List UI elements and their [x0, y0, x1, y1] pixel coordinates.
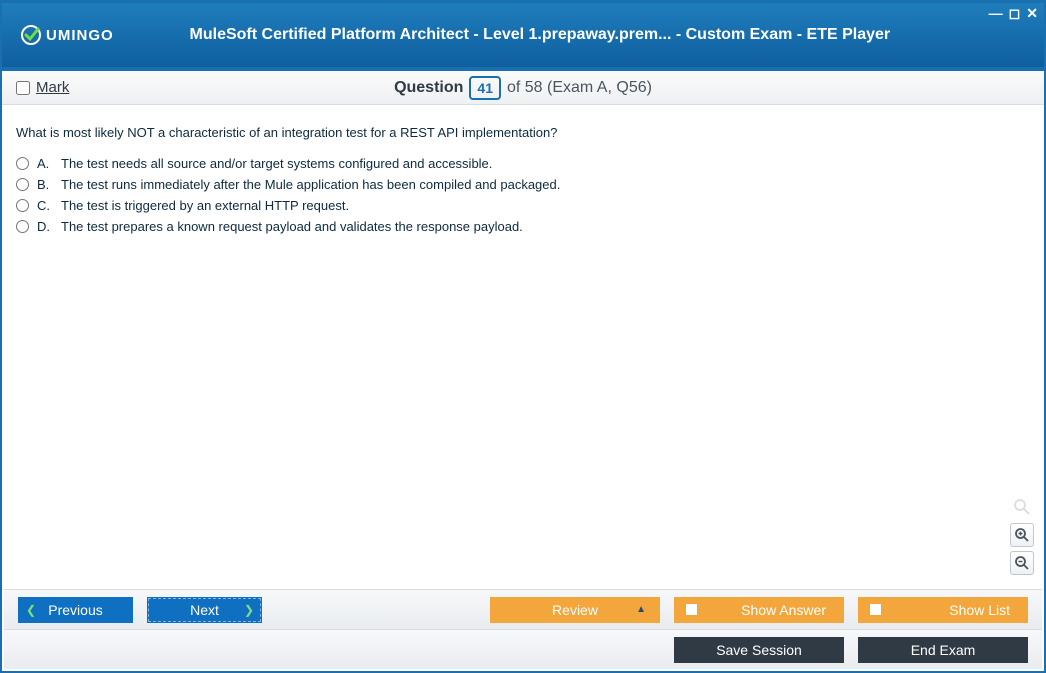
- review-button[interactable]: Review ▲: [490, 597, 660, 623]
- footer-row-1: ❮ Previous Next ❯ Review ▲ Show Answer S…: [4, 589, 1042, 629]
- chevron-left-icon: ❮: [26, 603, 36, 617]
- show-list-label: Show List: [949, 602, 1010, 618]
- mark-checkbox-wrap[interactable]: Mark: [16, 79, 196, 96]
- option-letter: A.: [37, 156, 53, 171]
- show-answer-label: Show Answer: [741, 602, 826, 618]
- review-label: Review: [552, 602, 598, 618]
- close-icon[interactable]: ✕: [1026, 5, 1038, 22]
- question-text: What is most likely NOT a characteristic…: [16, 125, 1030, 140]
- zoom-tools: [1010, 495, 1034, 575]
- app-logo: UMINGO: [20, 24, 114, 46]
- minimize-icon[interactable]: —: [989, 5, 1003, 22]
- end-exam-label: End Exam: [911, 642, 976, 658]
- logo-text: UMINGO: [46, 27, 114, 44]
- option-b-radio[interactable]: [16, 178, 29, 191]
- next-label: Next: [190, 602, 219, 618]
- save-session-label: Save Session: [716, 642, 802, 658]
- option-a-radio[interactable]: [16, 157, 29, 170]
- option-a[interactable]: A. The test needs all source and/or targ…: [16, 156, 1030, 171]
- options-list: A. The test needs all source and/or targ…: [16, 156, 1030, 234]
- show-answer-button[interactable]: Show Answer: [674, 597, 844, 623]
- maximize-icon[interactable]: ◻: [1009, 5, 1021, 22]
- zoom-in-icon[interactable]: [1010, 523, 1034, 547]
- footer-row-2: Save Session End Exam: [4, 629, 1042, 669]
- square-icon: [870, 604, 881, 615]
- end-exam-button[interactable]: End Exam: [858, 637, 1028, 663]
- question-content: What is most likely NOT a characteristic…: [2, 105, 1044, 254]
- option-b[interactable]: B. The test runs immediately after the M…: [16, 177, 1030, 192]
- show-list-button[interactable]: Show List: [858, 597, 1028, 623]
- option-text: The test runs immediately after the Mule…: [61, 177, 560, 192]
- option-d-radio[interactable]: [16, 220, 29, 233]
- mark-checkbox[interactable]: [16, 81, 30, 95]
- option-letter: C.: [37, 198, 53, 213]
- triangle-up-icon: ▲: [636, 604, 646, 615]
- window-title: MuleSoft Certified Platform Architect - …: [114, 26, 1026, 44]
- window-controls: — ◻ ✕: [989, 5, 1038, 22]
- option-letter: B.: [37, 177, 53, 192]
- option-text: The test needs all source and/or target …: [61, 156, 492, 171]
- option-text: The test prepares a known request payloa…: [61, 219, 523, 234]
- option-c-radio[interactable]: [16, 199, 29, 212]
- option-d[interactable]: D. The test prepares a known request pay…: [16, 219, 1030, 234]
- option-c[interactable]: C. The test is triggered by an external …: [16, 198, 1030, 213]
- search-icon[interactable]: [1010, 495, 1034, 519]
- previous-button[interactable]: ❮ Previous: [18, 597, 133, 623]
- next-button[interactable]: Next ❯: [147, 597, 262, 623]
- option-text: The test is triggered by an external HTT…: [61, 198, 349, 213]
- square-icon: [686, 604, 697, 615]
- question-word: Question: [394, 79, 463, 97]
- mark-label[interactable]: Mark: [36, 79, 69, 96]
- previous-label: Previous: [48, 602, 102, 618]
- question-of: of 58 (Exam A, Q56): [507, 79, 652, 97]
- save-session-button[interactable]: Save Session: [674, 637, 844, 663]
- footer: ❮ Previous Next ❯ Review ▲ Show Answer S…: [4, 589, 1042, 669]
- titlebar: UMINGO MuleSoft Certified Platform Archi…: [2, 3, 1044, 67]
- chevron-right-icon: ❯: [244, 603, 254, 617]
- question-indicator: Question 41 of 58 (Exam A, Q56): [196, 76, 850, 100]
- option-letter: D.: [37, 219, 53, 234]
- checkmark-icon: [20, 24, 42, 46]
- question-bar: Mark Question 41 of 58 (Exam A, Q56): [2, 71, 1044, 105]
- zoom-out-icon[interactable]: [1010, 551, 1034, 575]
- question-number: 41: [469, 76, 501, 100]
